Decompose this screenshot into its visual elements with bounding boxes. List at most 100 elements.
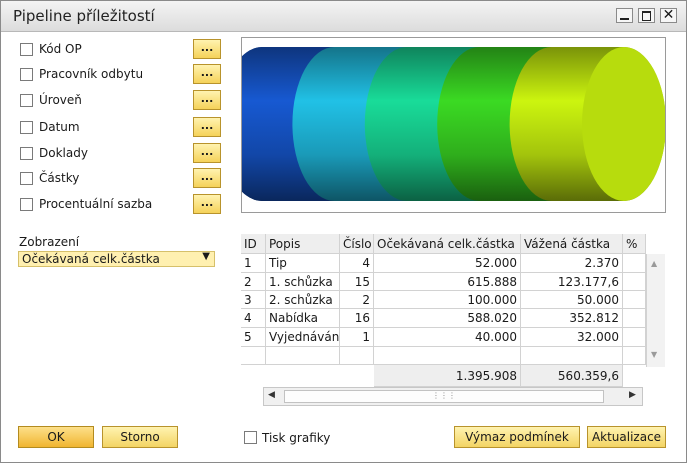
table-cell-expected[interactable]: 52.000 (374, 254, 521, 273)
pipeline-table: ID Popis Číslo Očekávaná celk.částka Váž… (241, 234, 646, 387)
table-cell-expected[interactable]: 615.888 (374, 273, 521, 291)
table-cell-popis[interactable]: Nabídka (266, 309, 340, 328)
scroll-thumb[interactable]: ⋮⋮⋮ (284, 390, 604, 403)
table-cell-cislo[interactable]: 4 (340, 254, 374, 273)
kod-op-label: Kód OP (39, 42, 82, 56)
scroll-right-icon[interactable]: ▶ (629, 390, 636, 400)
table-cell-weighted[interactable]: 32.000 (521, 328, 623, 347)
table-cell-popis[interactable]: 1. schůzka (266, 273, 340, 291)
close-button[interactable]: ✕ (660, 7, 677, 23)
castky-checkbox[interactable] (20, 172, 33, 185)
view-selected-value: Očekávaná celk.částka (22, 252, 160, 266)
table-cell-expected[interactable]: 100.000 (374, 291, 521, 309)
table-cell-expected[interactable]: 40.000 (374, 328, 521, 347)
table-empty-cell[interactable] (340, 347, 374, 365)
print-chart-checkbox[interactable] (244, 431, 257, 444)
cancel-button[interactable]: Storno (102, 426, 178, 448)
procentualni-sazba-label: Procentuální sazba (39, 197, 153, 211)
table-cell-cislo[interactable]: 15 (340, 273, 374, 291)
table-empty-cell[interactable] (521, 347, 623, 365)
procentualni-sazba-checkbox[interactable] (20, 198, 33, 211)
clear-criteria-button[interactable]: Výmaz podmínek (454, 426, 580, 448)
table-empty-cell[interactable] (266, 347, 340, 365)
doklady-checkbox[interactable] (20, 147, 33, 160)
filter-row-uroven: Úroveň ... (19, 90, 224, 112)
table-cell-percent[interactable] (623, 328, 646, 347)
filter-row-castky: Částky ... (19, 168, 224, 190)
scroll-down-icon[interactable]: ▼ (651, 350, 657, 359)
castky-browse-button[interactable]: ... (193, 168, 221, 188)
title-bar[interactable]: Pipeline příležitostí ✕ (1, 1, 686, 32)
col-header-weighted[interactable]: Vážená částka (521, 234, 623, 254)
table-cell-weighted[interactable]: 352.812 (521, 309, 623, 328)
table-horizontal-scrollbar[interactable]: ◀ ⋮⋮⋮ ▶ (263, 387, 643, 406)
minimize-icon (620, 18, 629, 20)
kod-op-checkbox[interactable] (20, 43, 33, 56)
table-cell-id[interactable]: 3 (241, 291, 266, 309)
pipeline-chart (220, 37, 666, 213)
table-vertical-scrollbar[interactable]: ▲ ▼ (646, 254, 665, 367)
filter-row-datum: Datum ... (19, 117, 224, 139)
datum-browse-button[interactable]: ... (193, 117, 221, 137)
filter-row-doklady: Doklady ... (19, 143, 224, 165)
filter-row-pracovnik: Pracovník odbytu ... (19, 64, 224, 86)
table-empty-cell[interactable] (623, 347, 646, 365)
table-cell-id[interactable]: 2 (241, 273, 266, 291)
total-expected: 1.395.908 (374, 365, 521, 387)
pipeline-window: Pipeline příležitostí ✕ Kód OP ... Praco… (0, 0, 687, 463)
table-cell-weighted[interactable]: 123.177,6 (521, 273, 623, 291)
table-cell-cislo[interactable]: 16 (340, 309, 374, 328)
close-icon: ✕ (662, 7, 675, 23)
pipeline-cylinder-chart (220, 47, 666, 201)
scroll-up-icon[interactable]: ▲ (651, 259, 657, 268)
table-cell-id[interactable]: 4 (241, 309, 266, 328)
doklady-browse-button[interactable]: ... (193, 143, 221, 163)
maximize-icon (642, 11, 651, 21)
table-cell-popis[interactable]: Vyjednávání (266, 328, 340, 347)
col-header-id[interactable]: ID (241, 234, 266, 254)
pracovnik-label: Pracovník odbytu (39, 67, 144, 81)
table-cell-cislo[interactable]: 1 (340, 328, 374, 347)
scroll-left-icon[interactable]: ◀ (268, 390, 275, 400)
view-label: Zobrazení (19, 235, 80, 249)
uroven-browse-button[interactable]: ... (193, 90, 221, 110)
procentualni-sazba-browse-button[interactable]: ... (193, 194, 221, 214)
table-cell-percent[interactable] (623, 309, 646, 328)
col-header-cislo[interactable]: Číslo (340, 234, 374, 254)
castky-label: Částky (39, 171, 80, 185)
col-header-percent[interactable]: % (623, 234, 646, 254)
table-empty-cell[interactable] (241, 347, 266, 365)
print-chart-label: Tisk grafiky (262, 431, 331, 445)
col-header-expected[interactable]: Očekávaná celk.částka (374, 234, 521, 254)
dropdown-arrow-icon: ▼ (202, 251, 210, 262)
refresh-button[interactable]: Aktualizace (587, 426, 666, 448)
datum-checkbox[interactable] (20, 121, 33, 134)
uroven-label: Úroveň (39, 93, 82, 107)
filter-row-procentualni-sazba: Procentuální sazba ... (19, 194, 224, 216)
pipeline-end-cap (582, 47, 666, 201)
filter-row-kod-op: Kód OP ... (19, 39, 224, 61)
table-cell-expected[interactable]: 588.020 (374, 309, 521, 328)
table-cell-percent[interactable] (623, 291, 646, 309)
pracovnik-browse-button[interactable]: ... (193, 64, 221, 84)
table-cell-popis[interactable]: Tip (266, 254, 340, 273)
minimize-button[interactable] (616, 8, 633, 23)
total-weighted: 560.359,6 (521, 365, 623, 387)
table-cell-popis[interactable]: 2. schůzka (266, 291, 340, 309)
table-empty-cell[interactable] (374, 347, 521, 365)
maximize-button[interactable] (638, 8, 655, 23)
table-cell-weighted[interactable]: 50.000 (521, 291, 623, 309)
col-header-popis[interactable]: Popis (266, 234, 340, 254)
ok-button[interactable]: OK (18, 426, 94, 448)
table-cell-cislo[interactable]: 2 (340, 291, 374, 309)
datum-label: Datum (39, 120, 80, 134)
uroven-checkbox[interactable] (20, 94, 33, 107)
kod-op-browse-button[interactable]: ... (193, 39, 221, 59)
table-cell-weighted[interactable]: 2.370 (521, 254, 623, 273)
table-cell-percent[interactable] (623, 273, 646, 291)
pracovnik-checkbox[interactable] (20, 68, 33, 81)
table-cell-id[interactable]: 5 (241, 328, 266, 347)
table-cell-id[interactable]: 1 (241, 254, 266, 273)
table-cell-percent[interactable] (623, 254, 646, 273)
view-dropdown[interactable]: Očekávaná celk.částka ▼ (18, 251, 215, 267)
